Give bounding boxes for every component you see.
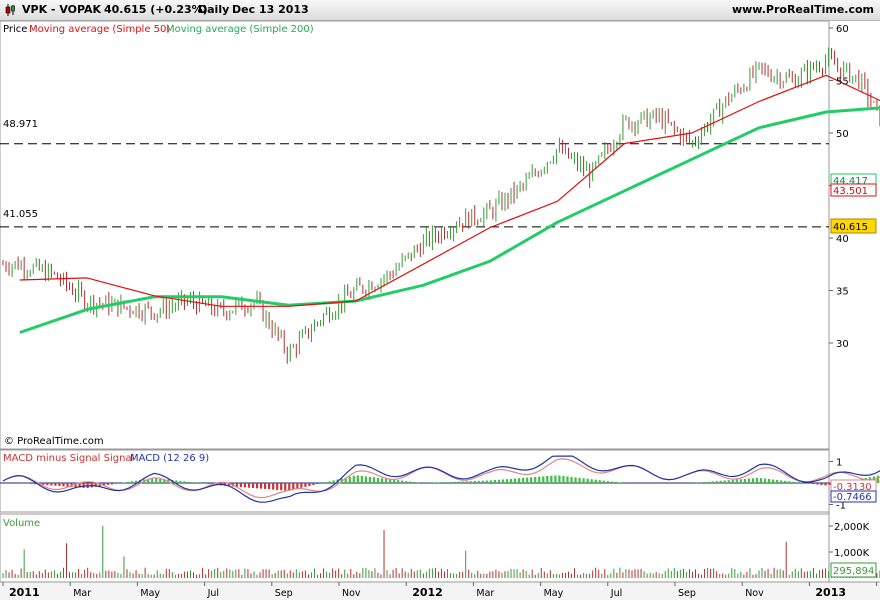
- price-axis-label: 35: [836, 287, 849, 298]
- price-axis-label: 40: [836, 234, 849, 245]
- time-axis-label: Mar: [476, 588, 494, 599]
- price-axis-label: 55: [836, 77, 849, 88]
- legend-ma200: Moving average (Simple 200): [166, 24, 314, 35]
- time-axis-label: Jul: [207, 588, 219, 599]
- volume-tag: 295,894: [833, 566, 874, 577]
- price-axis-label: 60: [836, 24, 849, 35]
- ma50-tag: 43.501: [833, 186, 868, 197]
- time-axis-label: Sep: [275, 588, 293, 599]
- time-axis-label: Nov: [745, 588, 764, 599]
- legend-macd-hist: MACD minus Signal Signal: [3, 453, 134, 464]
- legend-ma50: Moving average (Simple 50): [29, 24, 170, 35]
- macd-tag: -0.7466: [833, 492, 872, 503]
- time-axis-label: Jul: [610, 588, 622, 599]
- legend-macd: MACD (12 26 9): [130, 453, 209, 464]
- time-axis-label: May: [544, 588, 564, 599]
- time-axis-label: 2013: [815, 586, 846, 599]
- time-axis-label: Sep: [678, 588, 696, 599]
- time-axis-label: 2012: [412, 586, 443, 599]
- macd-axis-label: 1: [836, 458, 842, 469]
- hline-label-lower: 41.055: [3, 209, 38, 220]
- price-panel: [0, 20, 830, 450]
- chart-canvas: 3035404550556010-11,000K2,000K2011MarMay…: [0, 20, 880, 600]
- legend-volume: Volume: [3, 518, 40, 529]
- volume-axis-label: 1,000K: [834, 548, 870, 559]
- price-tag: 40.615: [833, 222, 868, 233]
- time-axis-label: Nov: [342, 588, 361, 599]
- hline-label-upper: 48.971: [3, 119, 38, 130]
- price-axis-label: 50: [836, 129, 849, 140]
- price-axis-label: 30: [836, 339, 849, 350]
- watermark: © ProRealTime.com: [4, 436, 104, 447]
- time-axis-label: May: [140, 588, 160, 599]
- time-axis-label: Mar: [73, 588, 91, 599]
- time-axis-label: 2011: [9, 586, 40, 599]
- legend-price: Price: [3, 24, 27, 35]
- volume-axis-label: 2,000K: [834, 522, 870, 533]
